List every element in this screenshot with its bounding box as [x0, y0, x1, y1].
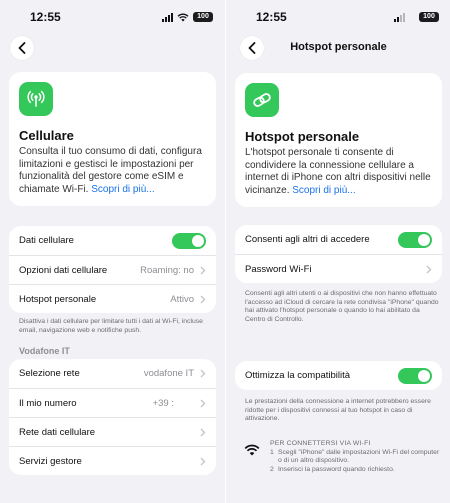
chevron-right-icon: [200, 266, 206, 274]
chevron-right-icon: [200, 428, 206, 436]
my-number-label: Il mio numero: [19, 397, 77, 409]
mobile-data-toggle[interactable]: [172, 232, 206, 249]
cellular-info-card: Cellulare Consulta il tuo consumo di dat…: [9, 72, 216, 207]
status-bar: 12:55 100: [0, 10, 225, 26]
compatibility-label: Ottimizza la compatibilità: [245, 370, 351, 381]
connect-via-wifi-section: PER CONNETTERSI VIA WI-FI 1 Scegli "iPho…: [244, 440, 441, 474]
status-icons: 100: [162, 12, 213, 22]
hotspot-row[interactable]: Hotspot personale Attivo: [9, 284, 216, 313]
carrier-services-row[interactable]: Servizi gestore: [9, 446, 216, 475]
battery-icon: 100: [193, 12, 213, 22]
connect-heading: PER CONNETTERSI VIA WI-FI: [270, 440, 371, 447]
connect-instructions: PER CONNETTERSI VIA WI-FI 1 Scegli "iPho…: [270, 440, 441, 474]
mobile-data-label: Dati cellulare: [19, 235, 74, 246]
signal-icon: [394, 12, 405, 22]
status-icons: 100: [394, 12, 439, 22]
hotspot-label: Hotspot personale: [19, 293, 97, 305]
hotspot-value: Attivo: [170, 293, 194, 305]
status-bar: 12:55 100: [226, 10, 450, 26]
data-options-label: Opzioni dati cellulare: [19, 264, 108, 276]
connect-step: 1 Scegli "iPhone" dalle impostazioni Wi-…: [270, 448, 440, 465]
chevron-right-icon: [200, 295, 206, 303]
carrier-section-header: Vodafone IT: [19, 346, 70, 356]
cellular-title: Cellulare: [19, 128, 74, 143]
compatibility-toggle[interactable]: [398, 367, 432, 384]
my-number-row[interactable]: Il mio numero +39 :: [9, 388, 216, 417]
antenna-icon: [19, 82, 53, 116]
cellular-network-row[interactable]: Rete dati cellulare: [9, 417, 216, 446]
cellular-data-group: Dati cellulare Opzioni dati cellulare Ro…: [9, 226, 216, 313]
learn-more-link[interactable]: Scopri di più...: [292, 185, 355, 196]
network-selection-label: Selezione rete: [19, 368, 80, 379]
data-options-value: Roaming: no: [140, 264, 194, 276]
wifi-password-label: Password Wi-Fi: [245, 263, 312, 275]
compatibility-row: Ottimizza la compatibilità: [235, 361, 442, 390]
wifi-status-icon: [177, 13, 189, 21]
wifi-icon: [244, 444, 260, 456]
hotspot-settings-screen: 12:55 100 Hotspot personale Hotspot pers…: [226, 0, 450, 503]
mobile-data-row: Dati cellulare: [9, 226, 216, 255]
signal-icon: [162, 12, 173, 22]
mobile-data-footnote: Disattiva i dati cellulare per limitare …: [19, 318, 203, 334]
status-time: 12:55: [30, 10, 61, 24]
chevron-right-icon: [200, 457, 206, 465]
carrier-group: Selezione rete vodafone IT Il mio numero…: [9, 359, 216, 475]
hotspot-title: Hotspot personale: [245, 129, 360, 144]
compatibility-footnote: Le prestazioni della connessione a inter…: [245, 398, 431, 423]
wifi-password-row[interactable]: Password Wi-Fi: [235, 254, 442, 283]
connect-step: 2 Inserisci la password quando richiesto…: [270, 465, 395, 473]
status-time: 12:55: [256, 10, 287, 24]
network-selection-row[interactable]: Selezione rete vodafone IT: [9, 359, 216, 388]
cellular-description: Consulta il tuo consumo di dati, configu…: [19, 146, 202, 195]
link-icon: [245, 83, 279, 117]
hotspot-description: L'hotspot personale ti consente di condi…: [245, 147, 431, 196]
my-number-value: +39 :: [152, 397, 174, 409]
chevron-right-icon: [426, 265, 432, 273]
data-options-row[interactable]: Opzioni dati cellulare Roaming: no: [9, 255, 216, 284]
chevron-right-icon: [200, 369, 206, 378]
learn-more-link[interactable]: Scopri di più...: [91, 184, 154, 195]
chevron-right-icon: [200, 399, 206, 407]
chevron-left-icon: [18, 42, 26, 54]
carrier-services-label: Servizi gestore: [19, 455, 82, 467]
cellular-network-label: Rete dati cellulare: [19, 426, 96, 438]
cellular-settings-screen: 12:55 100 Cellulare Consulta il tuo cons…: [0, 0, 225, 503]
allow-others-row: Consenti agli altri di accedere: [235, 225, 442, 254]
battery-icon: 100: [419, 12, 439, 22]
network-selection-value: vodafone IT: [143, 368, 194, 379]
hotspot-access-group: Consenti agli altri di accedere Password…: [235, 225, 442, 283]
back-button[interactable]: [10, 36, 34, 60]
allow-others-footnote: Consenti agli altri utenti o ai disposit…: [245, 290, 439, 323]
compatibility-group: Ottimizza la compatibilità: [235, 361, 442, 390]
allow-others-label: Consenti agli altri di accedere: [245, 234, 370, 245]
allow-others-toggle[interactable]: [398, 231, 432, 248]
nav-title: Hotspot personale: [290, 41, 387, 53]
hotspot-info-card: Hotspot personale L'hotspot personale ti…: [235, 73, 442, 208]
